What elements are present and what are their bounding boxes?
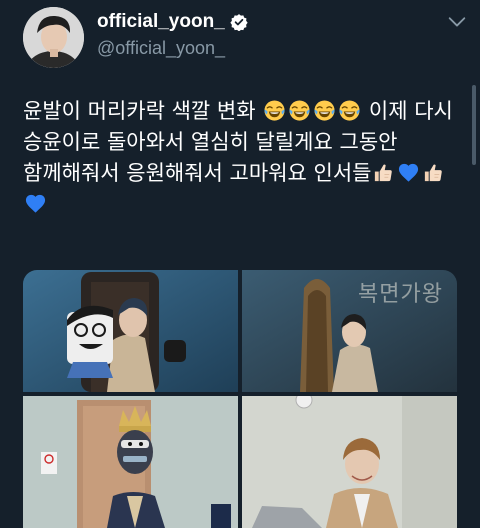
photo-1[interactable] — [23, 270, 238, 392]
tweet-text: 윤발이 머리카락 색깔 변화 이제 다시 승윤이로 돌아와서 열심히 달릴게요 … — [23, 96, 457, 220]
face-with-tears-of-joy-icon — [313, 99, 336, 122]
photo-2[interactable]: 복면가왕 — [242, 270, 457, 392]
tweet-text-part-1: 윤발이 머리카락 색깔 변화 — [23, 99, 263, 123]
face-with-tears-of-joy-icon — [263, 99, 286, 122]
avatar-image — [23, 7, 84, 68]
avatar[interactable] — [23, 7, 84, 68]
thumbs-up-icon — [422, 161, 445, 184]
face-with-tears-of-joy-icon — [288, 99, 311, 122]
thumbs-up-icon — [372, 161, 395, 184]
photo-2-overlay-text: 복면가왕 — [358, 282, 443, 307]
photo-3[interactable] — [23, 396, 238, 528]
display-name[interactable]: official_yoon_ — [97, 11, 225, 33]
face-with-tears-of-joy-icon — [338, 99, 361, 122]
verified-badge-icon — [230, 14, 248, 31]
photo-4[interactable] — [242, 396, 457, 528]
photo-grid: 복면가왕 — [23, 270, 457, 528]
blue-heart-icon — [397, 161, 420, 184]
scrollbar[interactable] — [472, 85, 476, 165]
user-handle[interactable]: @official_yoon_ — [97, 38, 225, 59]
more-options-icon[interactable] — [446, 10, 468, 32]
blue-heart-icon — [24, 192, 47, 215]
